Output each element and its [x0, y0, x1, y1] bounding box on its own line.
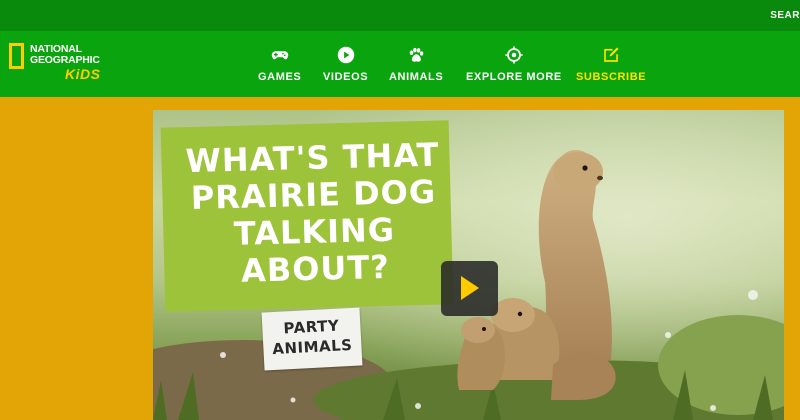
tag-line: ANIMALS [271, 335, 353, 359]
nav-label-subscribe: SUBSCRIBE [576, 71, 647, 83]
nav-item-games[interactable]: GAMES [258, 31, 301, 97]
nav-item-subscribe[interactable]: SUBSCRIBE [576, 31, 646, 97]
edit-icon [604, 47, 619, 62]
nav-label-videos: VIDEOS [323, 71, 369, 83]
paw-icon [409, 47, 424, 62]
nav-label-explore-more: EXPLORE MORE [466, 71, 562, 83]
play-circle-icon [337, 46, 354, 64]
nav-item-explore-more[interactable]: EXPLORE MORE [466, 31, 562, 97]
top-utility-bar: SEAR [0, 0, 800, 31]
main-navigation: NATIONAL GEOGRAPHIC KiDS GAMES VIDEOS AN… [0, 31, 800, 97]
nav-item-videos[interactable]: VIDEOS [323, 31, 368, 97]
hero-title-line: ABOUT? [240, 247, 391, 290]
gamepad-icon [271, 51, 288, 60]
logo-text-geographic: GEOGRAPHIC [30, 54, 100, 66]
party-animals-text: PARTY ANIMALS [262, 314, 362, 359]
nav-label-animals: ANIMALS [389, 71, 444, 83]
target-icon [505, 46, 523, 64]
hero-title: WHAT'S THAT PRAIRIE DOG TALKING ABOUT? [177, 136, 451, 291]
nav-item-animals[interactable]: ANIMALS [389, 31, 443, 97]
title-panel: WHAT'S THAT PRAIRIE DOG TALKING ABOUT? [160, 120, 454, 312]
party-animals-tag: PARTY ANIMALS [261, 307, 363, 371]
logo-text-kids: KiDS [65, 66, 101, 82]
search-link[interactable]: SEAR [770, 10, 800, 21]
natgeo-kids-logo[interactable]: NATIONAL GEOGRAPHIC KiDS [9, 41, 119, 87]
nav-label-games: GAMES [258, 71, 302, 83]
yellow-border-icon [9, 43, 24, 69]
video-play-button[interactable] [441, 261, 498, 316]
hero-title-line: PRAIRIE DOG [190, 172, 437, 218]
video-hero[interactable]: WHAT'S THAT PRAIRIE DOG TALKING ABOUT? P… [153, 110, 784, 420]
play-icon [461, 276, 479, 300]
